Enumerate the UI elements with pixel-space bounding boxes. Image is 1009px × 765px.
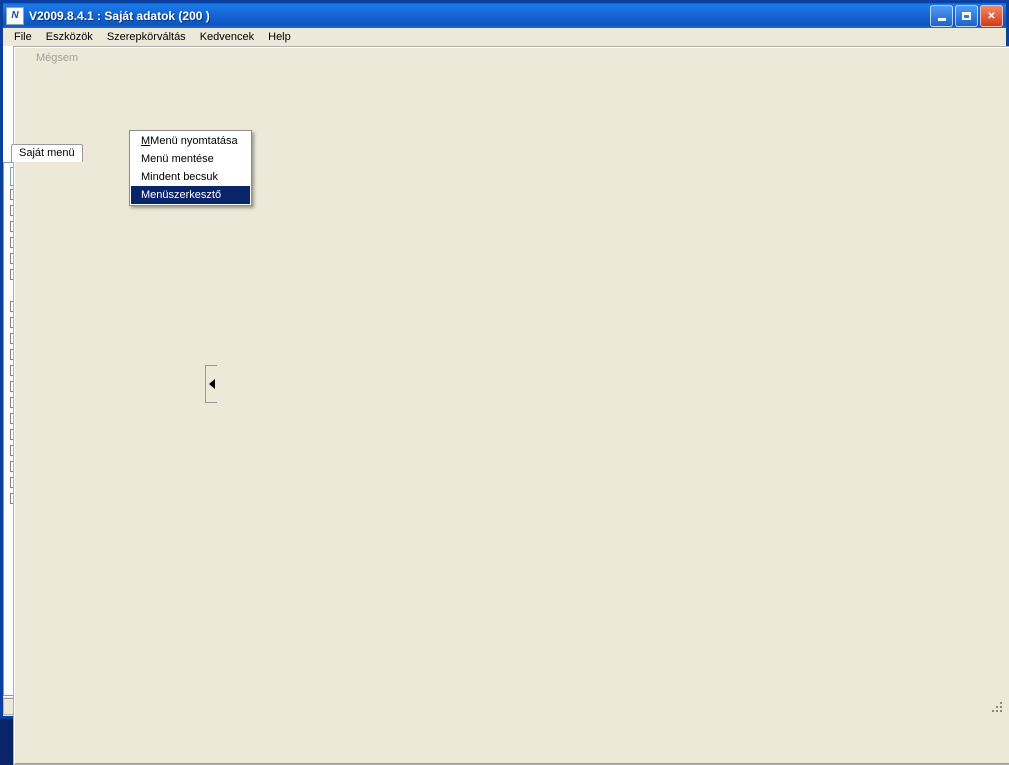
window-body: ← → NEP Egységes Tanulm Saját me (3, 46, 1009, 765)
title-bar: N V2009.8.4.1 : Saját adatok (200 ) ✕ (3, 3, 1006, 28)
context-menu-item-collapse-all[interactable]: Mindent becsuk (131, 168, 250, 186)
context-menu-item-menu-editor-label: Menüszerkesztő (141, 189, 222, 201)
action-bar: Saját adatok ne látszódjanak OSTR Szerke… (13, 46, 1009, 765)
window-controls: ✕ (930, 5, 1003, 27)
collapse-pane-handle[interactable] (205, 365, 217, 404)
menu-item-file[interactable]: File (7, 30, 39, 44)
chevron-left-icon (208, 379, 215, 390)
context-menu: MMenü nyomtatása Menü mentése Mindent be… (129, 130, 252, 206)
context-menu-item-menu-editor[interactable]: Menüszerkesztő (131, 186, 250, 204)
minimize-icon (937, 17, 946, 21)
maximize-icon (962, 12, 971, 20)
menu-item-kedvencek[interactable]: Kedvencek (193, 30, 261, 44)
context-menu-item-collapse-all-label: Mindent becsuk (141, 171, 219, 183)
context-menu-item-save-label: Menü mentése (141, 153, 214, 165)
resize-grip-icon[interactable] (990, 700, 1004, 714)
tab-sajat-menu[interactable]: Saját menü (11, 144, 83, 162)
application-window: N V2009.8.4.1 : Saját adatok (200 ) ✕ Fi… (0, 0, 1009, 765)
window-title: V2009.8.4.1 : Saját adatok (200 ) (29, 8, 210, 23)
menu-bar: File Eszközök Szerepkörváltás Kedvencek … (3, 28, 1006, 46)
details-tab-panel: Személyes adatokHivatalos adatokCímekElő… (13, 46, 1009, 765)
close-button[interactable]: ✕ (980, 5, 1003, 27)
context-menu-item-print[interactable]: MMenü nyomtatása (131, 132, 250, 150)
context-menu-item-save[interactable]: Menü mentése (131, 150, 250, 168)
menu-item-szerepkorvaltas[interactable]: Szerepkörváltás (100, 30, 193, 44)
context-menu-item-print-label: Menü nyomtatása (150, 135, 238, 147)
maximize-button[interactable] (955, 5, 978, 27)
menu-item-help[interactable]: Help (261, 30, 298, 44)
tab-content-personal-data: Előtag, vezetéknév: Foster Keresztnév: P… (13, 46, 1009, 765)
content-pane: Frissítés (13, 46, 1009, 765)
minimize-button[interactable] (930, 5, 953, 27)
app-icon: N (6, 6, 24, 25)
menu-item-eszkozok[interactable]: Eszközök (39, 30, 100, 44)
